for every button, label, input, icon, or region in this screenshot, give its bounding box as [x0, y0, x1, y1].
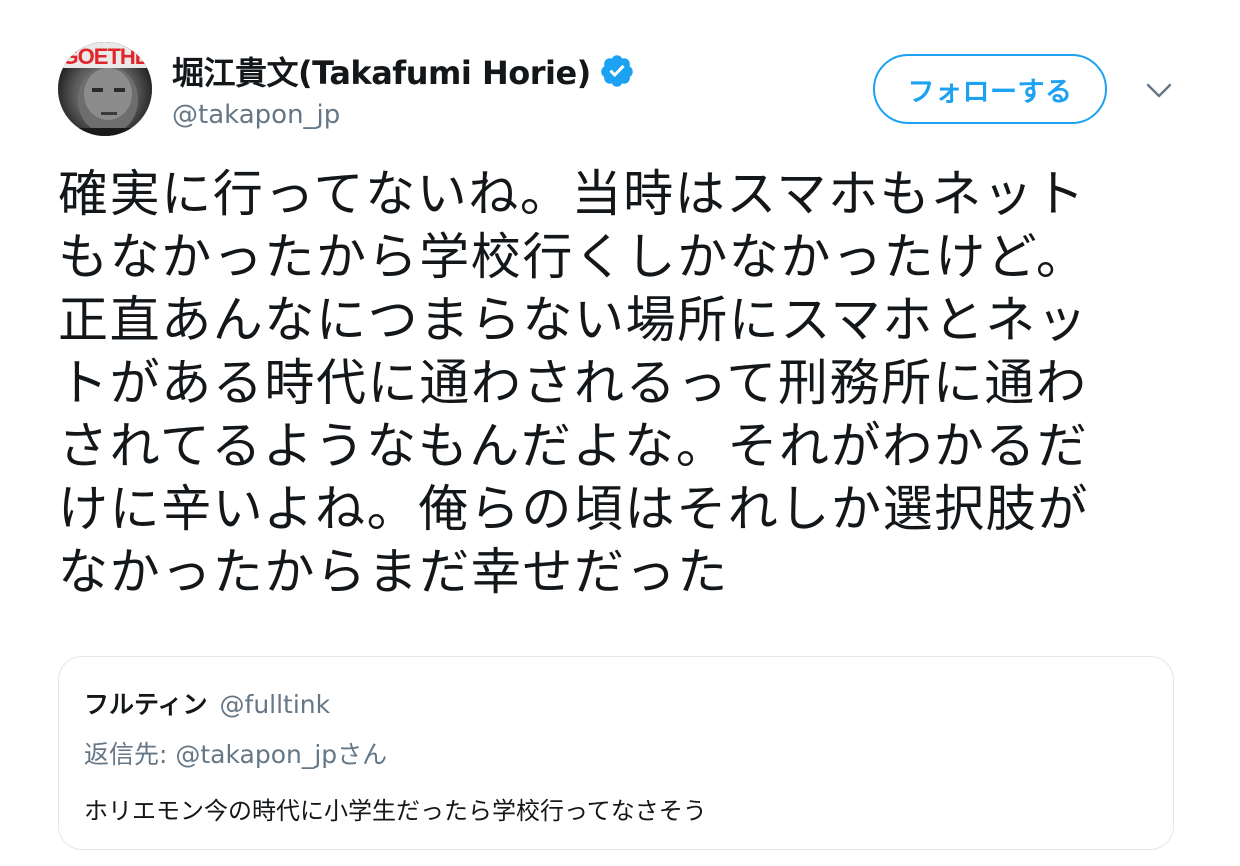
- quoted-tweet-author: フルティン @fulltink: [84, 685, 330, 721]
- tweet-text: 確実に行ってないね。当時はスマホもネット もなかったから学校行くしかなかったけど…: [58, 165, 1089, 601]
- avatar-banner-text: GOETHE: [62, 44, 149, 69]
- quoted-reply-to: 返信先: @takapon_jpさん: [84, 740, 388, 769]
- profile-photo-avatar: GOETHE: [58, 42, 152, 136]
- avatar[interactable]: GOETHE: [58, 42, 152, 136]
- chevron-down-icon[interactable]: [1143, 78, 1175, 102]
- display-name: 堀江貴文(Takafumi Horie): [172, 54, 591, 92]
- quoted-handle: @fulltink: [219, 690, 331, 719]
- verified-badge-icon: [599, 53, 635, 89]
- follow-button[interactable]: フォローする: [873, 54, 1107, 124]
- author-name-link[interactable]: 堀江貴文(Takafumi Horie): [172, 48, 635, 94]
- tweet-card: GOETHE 堀江貴文(Takafumi Horie) @takapon_jp …: [0, 0, 1240, 866]
- author-handle[interactable]: @takapon_jp: [172, 100, 340, 130]
- quoted-display-name: フルティン: [84, 690, 208, 719]
- quoted-tweet-text: ホリエモン今の時代に小学生だったら学校行ってなさそう: [84, 797, 707, 825]
- quoted-tweet[interactable]: フルティン @fulltink 返信先: @takapon_jpさん ホリエモン…: [58, 656, 1174, 850]
